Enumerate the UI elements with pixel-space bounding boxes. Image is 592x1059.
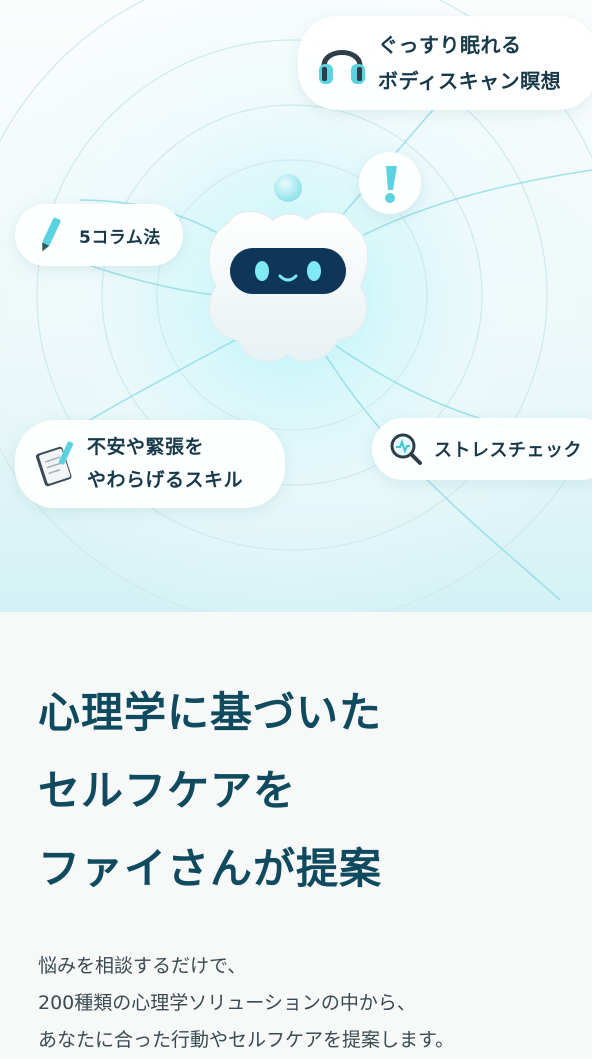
headline-line-1: 心理学に基づいた: [38, 688, 383, 737]
chip-body-scan-meditation[interactable]: ぐっすり眠れる ボディスキャン瞑想: [298, 16, 592, 110]
page-headline: 心理学に基づいた セルフケアを ファイさんが提案: [38, 674, 592, 908]
magnifier-icon: [390, 433, 422, 465]
feature-description-section: 心理学に基づいた セルフケアを ファイさんが提案 悩みを相談するだけで、 200…: [0, 612, 592, 1059]
chip-stress-check-label: ストレスチェック: [434, 440, 582, 461]
chip-five-column-method[interactable]: 5コラム法: [15, 204, 183, 266]
headline-line-3: ファイさんが提案: [38, 844, 383, 893]
chip-body-scan-line1: ぐっすり眠れる: [378, 33, 522, 57]
description-line-2: 200種類の心理学ソリューションの中から、: [38, 992, 416, 1014]
headphones-icon: [319, 50, 365, 84]
description-line-1: 悩みを相談するだけで、: [38, 955, 247, 977]
description-line-3: あなたに合った行動やセルフケアを提案します。: [38, 1029, 455, 1051]
headline-line-2: セルフケアを: [38, 766, 297, 815]
robot-mascot-icon: [208, 174, 369, 362]
chip-anxiety-line2: やわらげるスキル: [87, 469, 244, 491]
chip-five-column-label: 5コラム法: [79, 227, 161, 248]
hero-illustration: ぐっすり眠れる ボディスキャン瞑想 5コラム法 不安や緊張を やわらげるスキル …: [0, 0, 592, 612]
description-text: 悩みを相談するだけで、 200種類の心理学ソリューションの中から、 あなたに合っ…: [38, 948, 592, 1059]
chip-anxiety-line1: 不安や緊張を: [87, 436, 205, 458]
chip-body-scan-line2: ボディスキャン瞑想: [378, 69, 562, 93]
pencil-icon: [42, 217, 61, 252]
robot-mascot: [188, 168, 388, 388]
notebook-icon: [35, 441, 74, 487]
chip-stress-check[interactable]: ストレスチェック: [372, 418, 592, 480]
chip-anxiety-relief-skill[interactable]: 不安や緊張を やわらげるスキル: [15, 420, 285, 508]
